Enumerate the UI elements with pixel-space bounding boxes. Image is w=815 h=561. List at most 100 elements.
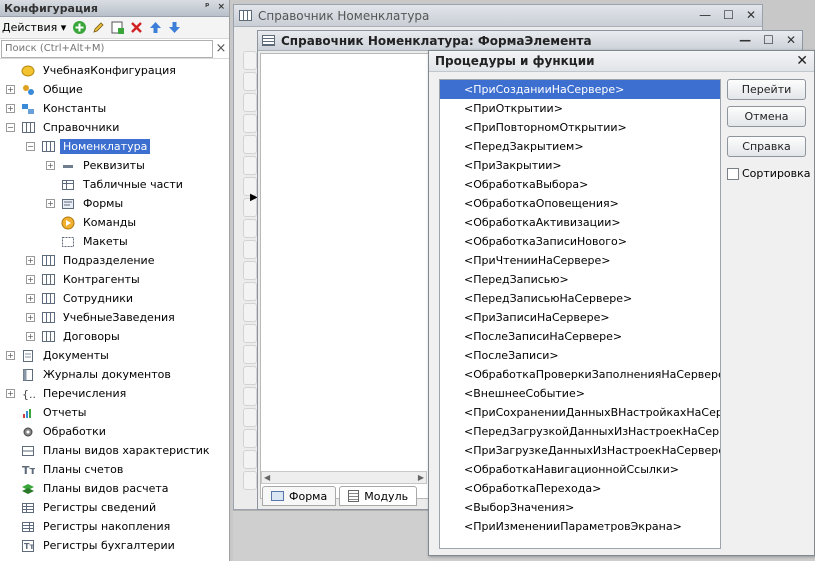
collapse-icon[interactable]: − [26,142,35,151]
common-icon [21,83,35,97]
tree-item[interactable]: Команды [0,213,229,232]
tree-item[interactable]: − Номенклатура [0,137,229,156]
sort-checkbox[interactable] [727,167,739,180]
gutter-cell [243,240,257,259]
catalog-icon [41,273,55,287]
tree-item[interactable]: Планы видов характеристик [0,441,229,460]
procedure-list-item[interactable]: <ПослеЗаписи> [440,346,720,365]
expand-icon[interactable]: + [6,389,15,398]
svg-text:{..}: {..} [22,388,35,401]
tree-item[interactable]: + Документы [0,346,229,365]
procedure-list-item[interactable]: <ПриСохраненииДанныхВНастройкахНаСерве [440,403,720,422]
procedure-list-item[interactable]: <ОбработкаНавигационнойСсылки> [440,460,720,479]
procedure-list-item[interactable]: <ОбработкаВыбора> [440,175,720,194]
tab-form[interactable]: Форма [262,486,337,506]
procedure-list-item[interactable]: <ПриЗагрузкеДанныхИзНастроекНаСервере> [440,441,720,460]
expand-icon[interactable]: + [6,85,15,94]
expand-icon[interactable]: + [26,275,35,284]
tree-item[interactable]: Tт Планы счетов [0,460,229,479]
expand-icon[interactable]: + [26,332,35,341]
procedure-list-item[interactable]: <ПриИзмененииПараметровЭкрана> [440,517,720,536]
maximize-icon[interactable]: ☐ [763,33,774,47]
expand-icon[interactable]: + [26,313,35,322]
expand-icon[interactable]: + [6,104,15,113]
add-icon[interactable] [71,20,87,36]
scroll-left-icon[interactable]: ◀ [264,473,270,482]
clear-search-icon[interactable]: × [213,41,229,56]
procedure-list-item[interactable]: <ПриСозданииНаСервере> [440,80,720,99]
horizontal-scrollbar[interactable]: ◀ ▶ [261,471,427,484]
procedures-dialog-title-bar: Процедуры и функции ✕ [429,51,814,72]
procedure-list-item[interactable]: <ОбработкаПроверкиЗаполненияНаСервере> [440,365,720,384]
expand-icon[interactable]: + [26,294,35,303]
tab-module[interactable]: Модуль [339,486,418,506]
delete-icon[interactable] [128,20,144,36]
expand-icon[interactable]: + [26,256,35,265]
tree-item[interactable]: Табличные части [0,175,229,194]
procedure-list-item[interactable]: <ОбработкаОповещения> [440,194,720,213]
tree-item[interactable]: + Реквизиты [0,156,229,175]
procedure-list-item[interactable]: <ПослеЗаписиНаСервере> [440,327,720,346]
tree-item-label: Обработки [43,425,106,438]
procedure-list-item[interactable]: <ОбработкаПерехода> [440,479,720,498]
procedure-list-item[interactable]: <ОбработкаЗаписиНового> [440,232,720,251]
tree-item[interactable]: + Общие [0,80,229,99]
tree-item[interactable]: Планы видов расчета [0,479,229,498]
tree-item[interactable]: Регистры сведений [0,498,229,517]
tree-item-label: Реквизиты [83,159,145,172]
tree-item[interactable]: + {..} Перечисления [0,384,229,403]
tree-item[interactable]: Обработки [0,422,229,441]
tree-item[interactable]: + Подразделение [0,251,229,270]
collapse-icon[interactable]: − [6,123,15,132]
scroll-right-icon[interactable]: ▶ [418,473,424,482]
tree-item[interactable]: + Константы [0,99,229,118]
tree-item[interactable]: + Сотрудники [0,289,229,308]
tree-item[interactable]: УчебнаяКонфигурация [0,61,229,80]
expand-icon[interactable]: + [46,199,55,208]
procedure-list-item[interactable]: <ПриЗаписиНаСервере> [440,308,720,327]
expand-icon[interactable]: + [46,161,55,170]
tree-item[interactable]: Журналы документов [0,365,229,384]
procedure-list-item[interactable]: <ПриЧтенииНаСервере> [440,251,720,270]
procedure-list-item[interactable]: <ПередЗакрытием> [440,137,720,156]
tree-item[interactable]: − Справочники [0,118,229,137]
tree-item[interactable]: Регистры накопления [0,517,229,536]
actions-menu-button[interactable]: Действия ▾ [2,21,66,34]
cancel-button[interactable]: Отмена [727,106,806,127]
close-icon[interactable]: ✕ [746,8,756,22]
procedure-list-item[interactable]: <ПередЗагрузкойДанныхИзНастроекНаСерве [440,422,720,441]
procedure-list-item[interactable]: <ПриПовторномОткрытии> [440,118,720,137]
procedure-list-item[interactable]: <ВыборЗначения> [440,498,720,517]
module-editor[interactable] [260,53,430,499]
edit-icon[interactable] [90,20,106,36]
tree-item[interactable]: Макеты [0,232,229,251]
tree-item[interactable]: + Договоры [0,327,229,346]
tree-item[interactable]: + УчебныеЗаведения [0,308,229,327]
procedure-list-item[interactable]: <ВнешнееСобытие> [440,384,720,403]
copy-add-icon[interactable] [109,20,125,36]
procedures-list[interactable]: <ПриСозданииНаСервере> <ПриОткрытии> <ПриП… [439,79,721,549]
close-icon[interactable]: × [217,2,225,12]
procedure-list-item[interactable]: <ПередЗаписьюНаСервере> [440,289,720,308]
search-input[interactable] [1,39,213,58]
close-icon[interactable]: ✕ [796,53,808,69]
minimize-icon[interactable]: — [699,8,711,22]
tree-item[interactable]: Отчеты [0,403,229,422]
pin-icon[interactable]: ᵖ [205,2,209,12]
close-icon[interactable]: ✕ [786,33,796,47]
go-button[interactable]: Перейти [727,79,806,100]
procedure-list-item[interactable]: <ПередЗаписью> [440,270,720,289]
move-up-icon[interactable] [147,20,163,36]
maximize-icon[interactable]: ☐ [723,8,734,22]
procedure-list-item[interactable]: <ПриОткрытии> [440,99,720,118]
help-button[interactable]: Справка [727,136,806,157]
expand-icon[interactable]: + [6,351,15,360]
minimize-icon[interactable]: — [739,33,751,47]
tree-item[interactable]: + Контрагенты [0,270,229,289]
tree-item[interactable]: + Формы [0,194,229,213]
procedure-list-item[interactable]: <ОбработкаАктивизации> [440,213,720,232]
procedure-list-item[interactable]: <ПриЗакрытии> [440,156,720,175]
sort-option[interactable]: Сортировка [727,167,811,180]
move-down-icon[interactable] [166,20,182,36]
tree-item[interactable]: Tт Регистры бухгалтерии [0,536,229,555]
